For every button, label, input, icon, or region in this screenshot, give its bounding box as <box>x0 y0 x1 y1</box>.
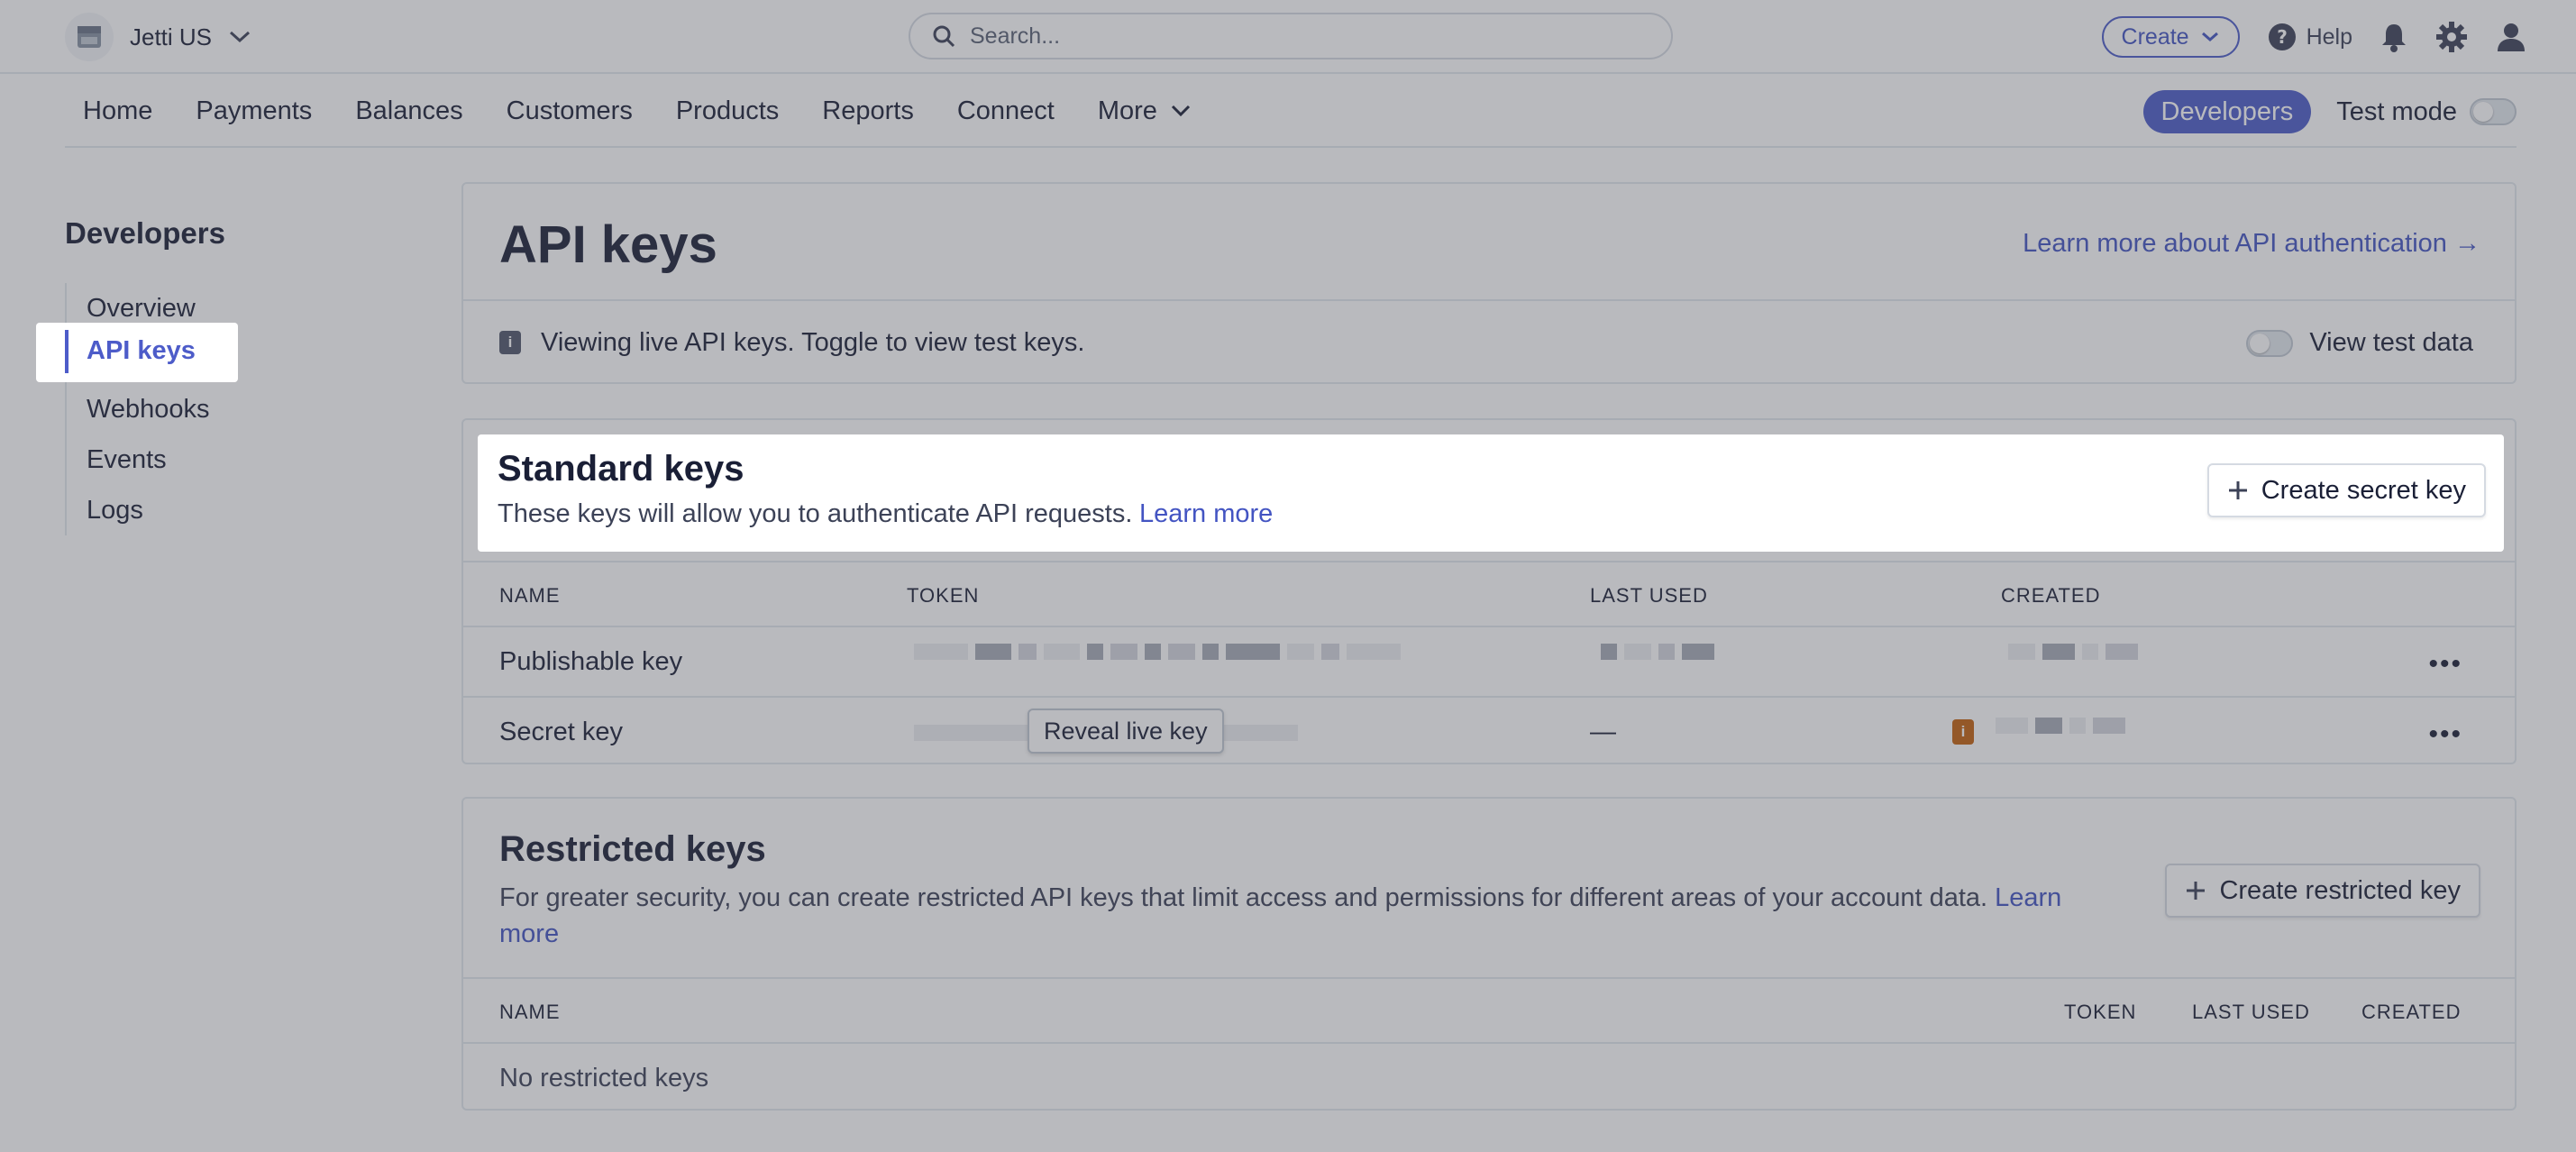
standard-keys-learn-more-link[interactable]: Learn more <box>1139 499 1273 529</box>
column-last-used: LAST USED <box>2192 1001 2310 1023</box>
column-created: CREATED <box>2361 1001 2462 1023</box>
table-header: NAME TOKEN LAST USED CREATED <box>463 979 2515 1044</box>
restricted-keys-description: For greater security, you can create res… <box>499 880 2122 952</box>
account-name: Jetti US <box>130 23 213 50</box>
nav-more[interactable]: More <box>1098 96 1192 126</box>
create-secret-key-label: Create secret key <box>2261 475 2466 505</box>
column-token: TOKEN <box>907 584 980 607</box>
chevron-down-icon <box>2201 32 2218 41</box>
info-text: Viewing live API keys. Toggle to view te… <box>541 327 1085 357</box>
nav-balances[interactable]: Balances <box>355 96 462 126</box>
warning-icon[interactable]: i <box>1952 719 1974 745</box>
info-icon: i <box>499 331 521 354</box>
created-masked <box>1996 718 2125 734</box>
table-row: Secret key Reveal live key — i ••• <box>463 698 2515 768</box>
empty-state-text: No restricted keys <box>499 1064 709 1093</box>
key-name: Secret key <box>499 718 623 746</box>
key-name: Publishable key <box>499 647 683 676</box>
create-secret-key-button[interactable]: Create secret key <box>2206 463 2486 517</box>
last-used-masked <box>1601 644 1714 660</box>
page-title: API keys <box>499 215 717 274</box>
standard-keys-description-text: These keys will allow you to authenticat… <box>498 499 1133 528</box>
account-switcher[interactable]: Jetti US <box>65 13 251 61</box>
live-keys-notice: i Viewing live API keys. Toggle to view … <box>463 301 2515 384</box>
reveal-live-key-button[interactable]: Reveal live key <box>1028 709 1224 754</box>
restricted-keys-card: Restricted keys For greater security, yo… <box>461 797 2517 1111</box>
sidebar-item-logs[interactable]: Logs <box>67 485 353 535</box>
spotlight-standard-keys: Standard keys These keys will allow you … <box>478 434 2504 552</box>
nav-more-label: More <box>1097 96 1157 125</box>
help-label: Help <box>2306 23 2352 50</box>
more-options-icon[interactable]: ••• <box>2428 649 2462 680</box>
top-bar: Jetti US Search... Create ? Help <box>0 0 2576 74</box>
test-mode-toggle[interactable]: Test mode <box>2336 97 2517 127</box>
search-icon <box>933 25 955 48</box>
plus-icon <box>2187 882 2206 900</box>
gear-icon[interactable] <box>2435 21 2468 53</box>
toggle-switch[interactable] <box>2470 98 2517 125</box>
chevron-down-icon <box>1171 105 1190 117</box>
api-keys-header-card: API keys Learn more about API authentica… <box>461 182 2517 384</box>
column-name: NAME <box>499 584 561 607</box>
table-row: No restricted keys <box>463 1044 2515 1114</box>
user-icon[interactable] <box>2495 21 2527 53</box>
created-masked <box>2008 644 2138 660</box>
create-restricted-key-label: Create restricted key <box>2219 875 2461 905</box>
help-icon: ? <box>2268 23 2296 50</box>
search-placeholder: Search... <box>970 23 1061 49</box>
toggle-switch[interactable] <box>2246 329 2294 357</box>
nav-customers[interactable]: Customers <box>507 96 633 126</box>
column-name: NAME <box>499 1001 561 1023</box>
sidebar-item-label: API keys <box>87 336 196 365</box>
table-header: NAME TOKEN LAST USED CREATED <box>463 562 2515 627</box>
publishable-token-masked[interactable] <box>914 644 1401 660</box>
main-nav: Home Payments Balances Customers Product… <box>65 76 2517 148</box>
bell-icon[interactable] <box>2380 22 2408 52</box>
nav-home[interactable]: Home <box>83 96 152 126</box>
search-input[interactable]: Search... <box>909 13 1673 59</box>
view-test-data-label: View test data <box>2309 328 2473 357</box>
view-test-data-toggle[interactable]: View test data <box>2246 328 2473 358</box>
spotlight-api-keys[interactable]: API keys <box>36 323 238 382</box>
restricted-keys-description-text: For greater security, you can create res… <box>499 883 1988 912</box>
table-row: Publishable key ••• <box>463 627 2515 698</box>
learn-more-auth-link[interactable]: Learn more about API authentication → <box>2023 229 2480 259</box>
nav-products[interactable]: Products <box>676 96 779 126</box>
create-button[interactable]: Create <box>2101 16 2240 58</box>
column-token: TOKEN <box>2064 1001 2137 1023</box>
more-options-icon[interactable]: ••• <box>2428 719 2462 750</box>
developers-button[interactable]: Developers <box>2142 90 2312 133</box>
standard-keys-title: Standard keys <box>498 449 744 489</box>
test-mode-label: Test mode <box>2336 96 2457 126</box>
sidebar-item-events[interactable]: Events <box>67 434 353 485</box>
create-restricted-key-button[interactable]: Create restricted key <box>2165 864 2480 918</box>
svg-text:?: ? <box>2277 26 2288 48</box>
sidebar-title: Developers <box>65 216 225 250</box>
last-used-value: — <box>1590 718 1616 746</box>
store-icon <box>65 13 114 61</box>
help-button[interactable]: ? Help <box>2267 22 2352 52</box>
sidebar-item-webhooks[interactable]: Webhooks <box>67 384 353 434</box>
column-created: CREATED <box>2001 584 2101 607</box>
nav-connect[interactable]: Connect <box>957 96 1055 126</box>
nav-reports[interactable]: Reports <box>822 96 914 126</box>
nav-payments[interactable]: Payments <box>196 96 312 126</box>
plus-icon <box>2228 481 2247 499</box>
chevron-down-icon <box>230 31 251 43</box>
restricted-keys-title: Restricted keys <box>499 829 766 869</box>
create-label: Create <box>2121 23 2189 50</box>
column-last-used: LAST USED <box>1590 584 1708 607</box>
